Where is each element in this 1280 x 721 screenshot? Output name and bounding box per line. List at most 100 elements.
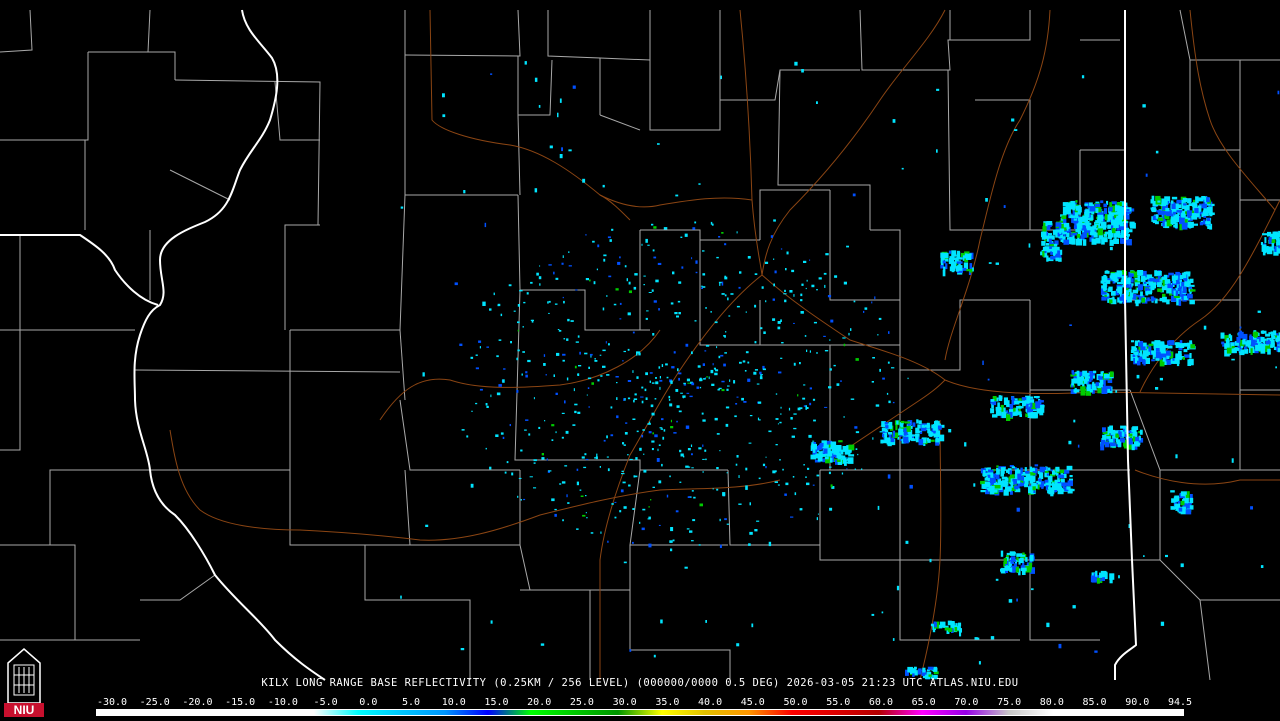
radar-echo [856,358,859,361]
radar-echo [824,407,827,408]
radar-echo [551,424,554,426]
radar-echo [591,382,594,385]
radar-echo [872,437,873,439]
radar-echo [1135,341,1138,346]
radar-echo [655,398,657,399]
radar-echo [1116,438,1118,441]
radar-echo [649,422,650,424]
radar-echo [400,596,402,599]
radar-echo [678,373,681,375]
radar-echo [486,347,489,348]
radar-echo [1063,240,1069,245]
radar-echo [539,283,540,285]
radar-echo [671,420,672,423]
radar-echo [1016,560,1018,562]
radar-echo [642,528,645,531]
radar-echo [635,393,637,395]
radar-echo [619,510,621,512]
radar-echo [478,341,481,343]
radar-echo [463,190,465,193]
radar-echo [714,368,716,370]
radar-echo [673,540,675,542]
radar-echo [535,188,538,192]
radar-echo [556,278,559,280]
radar-echo [758,402,761,404]
radar-echo [542,453,544,455]
radar-echo [957,626,960,631]
radar-echo [691,467,694,468]
radar-echo [783,293,786,294]
radar-echo [1176,210,1182,213]
radar-echo [760,327,762,329]
radar-echo [999,411,1001,414]
radar-echo [1013,567,1016,573]
radar-echo [1022,397,1027,400]
radar-echo [1095,571,1097,578]
radar-echo [897,586,899,591]
radar-echo [1084,204,1088,206]
radar-echo [642,401,644,404]
radar-echo [772,470,775,473]
radar-echo [1239,331,1242,336]
radar-echo [916,419,918,423]
radar-echo [957,261,963,263]
radar-echo [653,226,656,229]
radar-echo [1141,298,1145,303]
radar-echo [702,250,705,251]
radar-echo [1249,334,1251,339]
colorbar-segment [271,710,314,715]
radar-echo [829,508,832,511]
radar-echo [936,149,938,152]
radar-echo [586,517,587,518]
radar-echo [1190,279,1194,283]
radar-echo [1116,434,1119,437]
radar-echo [652,333,654,336]
radar-echo [1167,299,1170,303]
radar-echo [693,497,695,499]
radar-echo [842,473,843,475]
radar-echo [1276,242,1278,246]
radar-echo [1037,484,1039,489]
colorbar-tick: 0.0 [359,697,377,708]
radar-echo [687,383,690,384]
radar-echo [516,358,518,361]
radar-echo [828,295,831,297]
radar-echo [736,464,738,466]
radar-echo [562,437,564,439]
colorbar-tick: -30.0 [97,697,127,708]
radar-echo [597,379,599,381]
radar-echo [1236,337,1240,343]
colorbar-tick: -10.0 [268,697,298,708]
radar-echo [739,475,740,478]
radar-echo [678,281,681,283]
radar-echo [1014,401,1019,405]
radar-echo [749,443,752,444]
radar-echo [895,424,897,430]
radar-echo [889,434,892,438]
radar-echo [1263,249,1266,255]
radar-echo [837,460,841,463]
radar-echo [1083,239,1087,246]
radar-echo [1129,274,1134,277]
radar-echo [490,395,491,398]
radar-echo [952,255,955,260]
radar-echo [1160,298,1163,301]
radar-echo [933,431,936,433]
radar-echo [763,464,765,466]
radar-echo [1078,445,1080,448]
radar-echo [793,413,796,414]
radar-echo [606,341,607,343]
radar-echo [486,406,488,408]
radar-echo [1053,244,1057,247]
radar-echo [996,579,999,581]
radar-echo [778,321,781,324]
radar-echo [1147,297,1150,301]
radar-echo [1157,201,1160,203]
radar-echo [616,397,617,400]
radar-echo [813,449,816,453]
radar-echo [1266,341,1271,344]
radar-echo [1089,202,1093,206]
radar-echo [718,389,720,391]
radar-echo [1126,294,1129,300]
radar-echo [765,300,766,302]
